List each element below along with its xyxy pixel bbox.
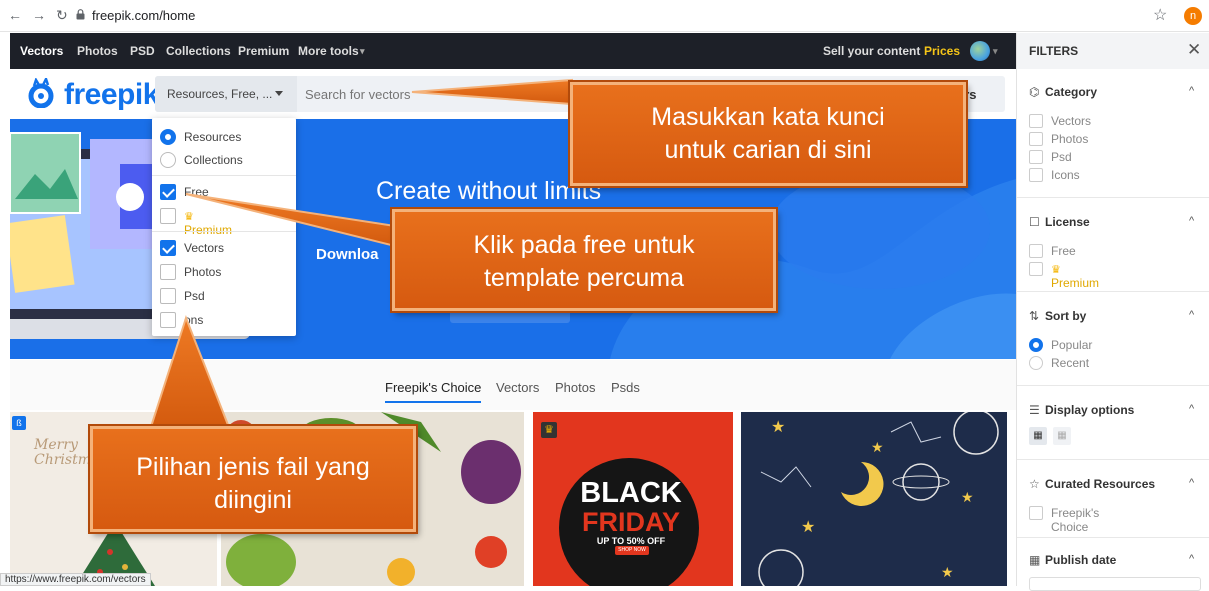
callout-free: Klik pada free untuk template percuma — [392, 209, 776, 311]
arrow-to-filetypes — [148, 315, 232, 431]
callout-filetype: Pilihan jenis fail yang diingini — [90, 426, 416, 532]
arrow-to-search — [411, 78, 573, 106]
callout-search: Masukkan kata kunci untuk carian di sini — [570, 82, 966, 186]
arrow-to-free — [185, 193, 396, 248]
